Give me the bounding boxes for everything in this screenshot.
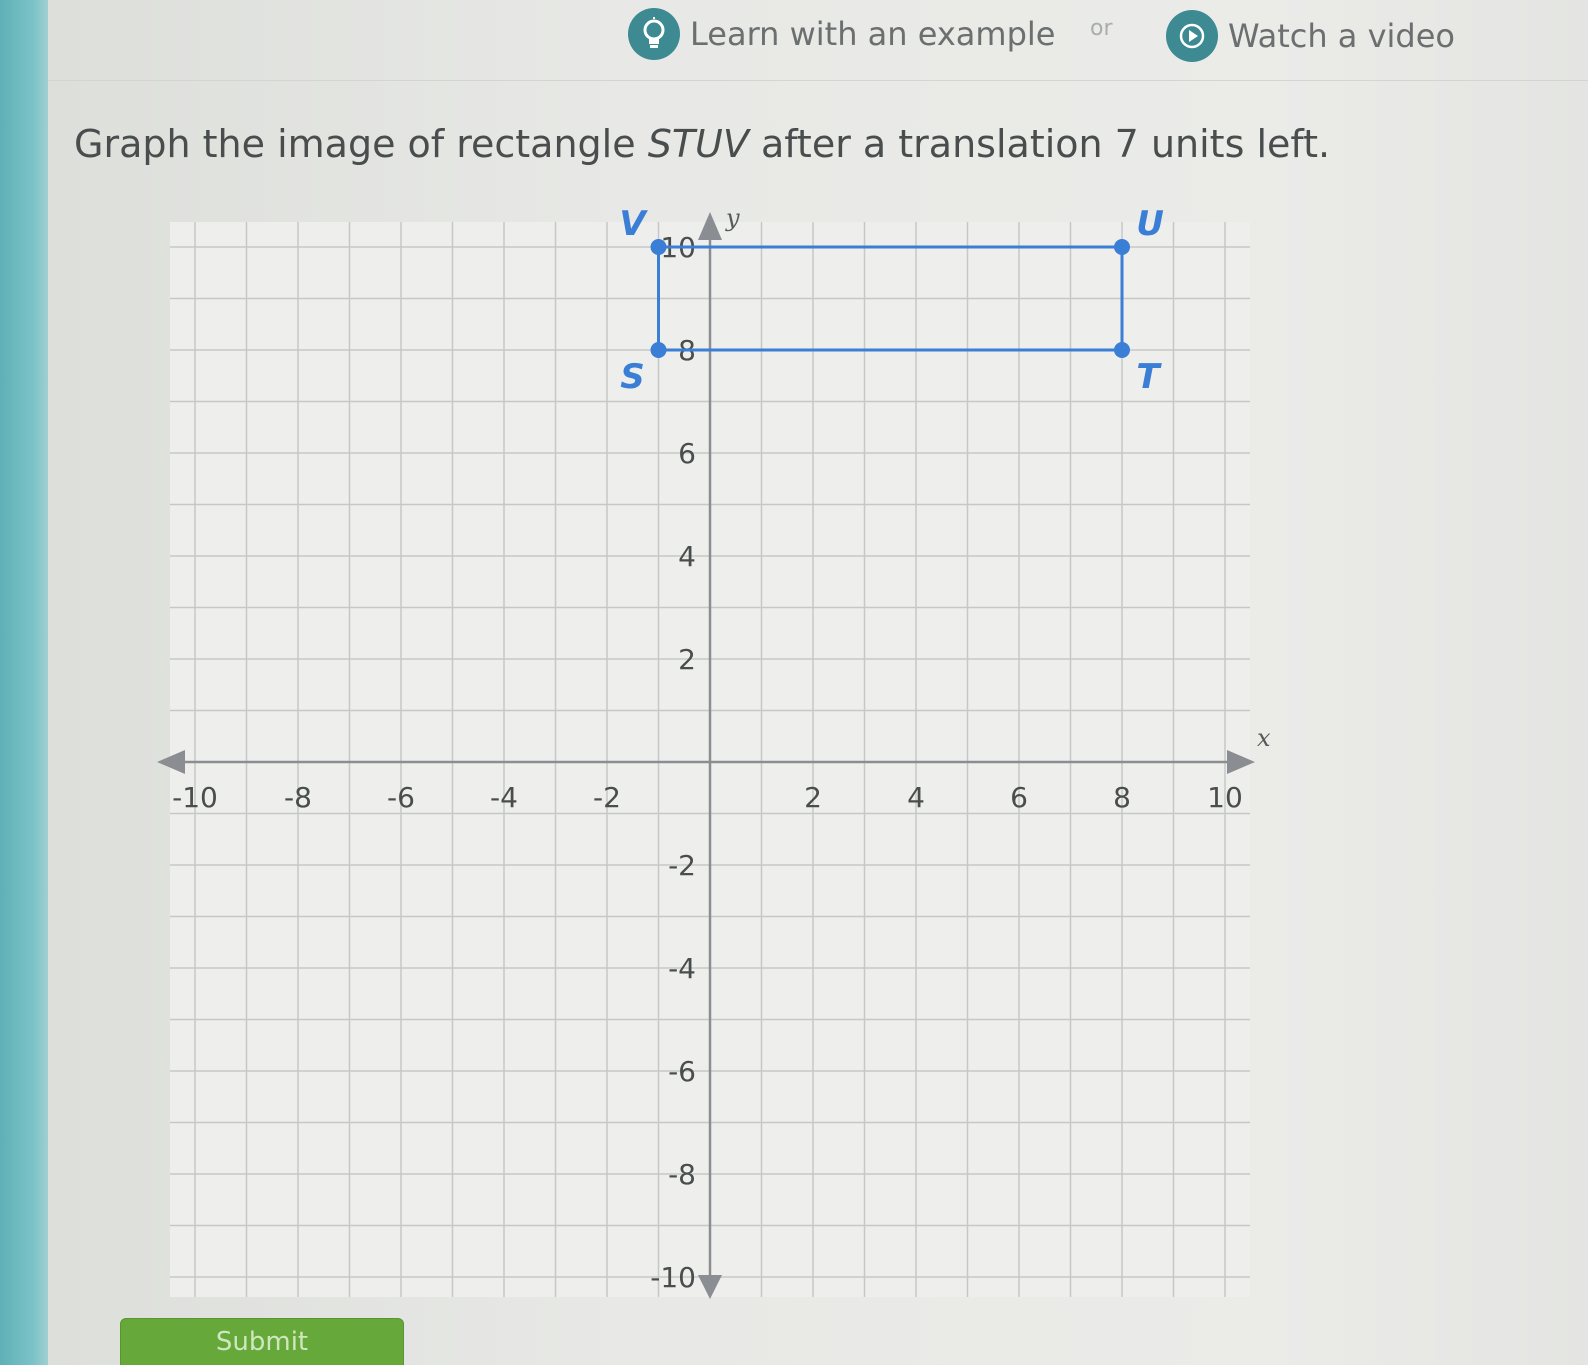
x-axis-label: x [1257, 724, 1271, 752]
coordinate-plane[interactable]: xy-10 -8 -6 -4 -2 2 4 6 8 10108642-2-4-6-8-10S TUV [0, 0, 1588, 1365]
y-tick-label: -6 [668, 1055, 696, 1088]
vertex-label-t: T [1136, 357, 1162, 397]
vertex-point-t[interactable] [1114, 342, 1130, 358]
x-tick-label: 6 [1010, 781, 1028, 814]
x-tick-label: -2 [593, 781, 621, 814]
y-tick-label: -4 [668, 952, 696, 985]
vertex-point-v[interactable] [650, 239, 667, 255]
y-tick-label: 6 [678, 437, 696, 470]
vertex-point-s[interactable] [650, 342, 667, 358]
y-tick-label: -2 [668, 849, 696, 882]
x-tick-label: -10 [172, 781, 218, 814]
x-tick-label: 10 [1207, 781, 1243, 814]
vertex-label-u: U [1136, 204, 1164, 244]
page: Learn with an example or Watch a video G… [0, 0, 1588, 1365]
y-tick-label: 2 [678, 643, 696, 676]
vertex-point-u[interactable] [1114, 239, 1130, 255]
x-tick-label: 8 [1113, 781, 1131, 814]
vertex-label-s: S [620, 357, 645, 397]
x-tick-label: -6 [387, 781, 415, 814]
y-tick-label: 4 [678, 540, 696, 573]
x-tick-label: -8 [284, 781, 312, 814]
y-axis-label: y [725, 204, 740, 232]
x-tick-label: -4 [490, 781, 518, 814]
x-tick-label: 2 [804, 781, 822, 814]
y-tick-label: -10 [650, 1261, 696, 1294]
x-tick-label: 4 [907, 781, 925, 814]
submit-button[interactable]: Submit [120, 1318, 404, 1365]
y-tick-label: -8 [668, 1158, 696, 1191]
vertex-label-v: V [619, 204, 648, 244]
